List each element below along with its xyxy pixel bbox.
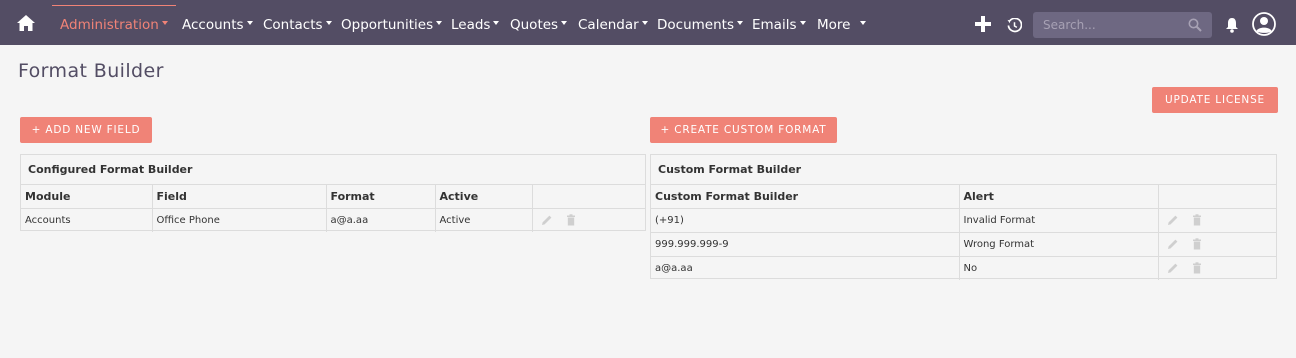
column-header-active: Active (435, 185, 533, 209)
cell-format: a@a.aa (651, 256, 960, 280)
caret-down-icon (493, 21, 500, 25)
nav-label: Calendar (578, 17, 639, 33)
nav-label: Emails (752, 17, 797, 33)
quick-create-plus-icon[interactable] (975, 16, 991, 32)
nav-label: Documents (657, 17, 734, 33)
column-header-custom-format: Custom Format Builder (651, 185, 960, 209)
configured-format-builder-panel: Configured Format Builder Module Field F… (20, 154, 646, 232)
column-header-field: Field (152, 185, 327, 209)
trash-icon[interactable] (565, 214, 577, 226)
column-header-actions (1158, 185, 1276, 209)
nav-contacts[interactable]: Contacts (263, 0, 332, 45)
history-icon[interactable] (1007, 18, 1022, 33)
page-title: Format Builder (18, 60, 164, 82)
cell-module: Accounts (21, 208, 153, 232)
trash-icon[interactable] (1191, 262, 1203, 274)
caret-down-icon (161, 21, 168, 25)
cell-format: (+91) (651, 208, 960, 233)
nav-documents[interactable]: Documents (657, 0, 743, 45)
search-input[interactable] (1033, 12, 1183, 38)
top-navbar: Administration Accounts Contacts Opportu… (0, 0, 1296, 45)
nav-accounts[interactable]: Accounts (182, 0, 253, 45)
update-license-button[interactable]: UPDATE LICENSE (1152, 87, 1278, 113)
pencil-icon[interactable] (1167, 262, 1179, 274)
cell-actions (532, 208, 645, 232)
custom-format-builder-panel: Custom Format Builder Custom Format Buil… (650, 154, 1277, 280)
pencil-icon[interactable] (1167, 238, 1179, 250)
pencil-icon[interactable] (541, 214, 553, 226)
add-new-field-button[interactable]: + ADD NEW FIELD (20, 117, 152, 143)
nav-label: Accounts (182, 17, 244, 33)
cell-field: Office Phone (152, 208, 327, 232)
search-box (1033, 12, 1212, 38)
panel-heading: Custom Format Builder (651, 155, 1276, 185)
trash-icon[interactable] (1191, 214, 1203, 226)
home-icon[interactable] (16, 14, 36, 32)
create-custom-format-button[interactable]: + CREATE CUSTOM FORMAT (650, 117, 837, 143)
nav-label: Administration (60, 17, 159, 33)
nav-label: Contacts (263, 17, 323, 33)
nav-emails[interactable]: Emails (752, 0, 806, 45)
caret-down-icon (799, 21, 806, 25)
table-row: Accounts Office Phone a@a.aa Active (21, 208, 645, 232)
nav-label: More (817, 17, 851, 33)
table-row: a@a.aa No (651, 256, 1276, 280)
caret-down-icon (860, 21, 867, 25)
cell-actions (1158, 208, 1276, 233)
panel-heading: Configured Format Builder (21, 155, 645, 185)
caret-down-icon (641, 21, 648, 25)
cell-actions (1158, 256, 1276, 280)
nav-administration[interactable]: Administration (60, 0, 168, 45)
nav-more[interactable]: More (817, 0, 867, 45)
nav-calendar[interactable]: Calendar (578, 0, 648, 45)
custom-format-table: Custom Format Builder Alert (+91) Invali… (651, 185, 1276, 280)
cell-format: 999.999.999-9 (651, 232, 960, 257)
caret-down-icon (436, 21, 443, 25)
nav-leads[interactable]: Leads (451, 0, 500, 45)
column-header-module: Module (21, 185, 153, 209)
pencil-icon[interactable] (1167, 214, 1179, 226)
table-header-row: Module Field Format Active (21, 185, 645, 209)
table-row: (+91) Invalid Format (651, 208, 1276, 233)
cell-alert: Wrong Format (959, 232, 1159, 257)
search-icon[interactable] (1188, 18, 1202, 32)
nav-label: Leads (451, 17, 491, 33)
table-row: 999.999.999-9 Wrong Format (651, 232, 1276, 257)
cell-actions (1158, 232, 1276, 257)
bell-icon[interactable] (1225, 17, 1239, 33)
caret-down-icon (736, 21, 743, 25)
trash-icon[interactable] (1191, 238, 1203, 250)
cell-active: Active (435, 208, 533, 232)
nav-opportunities[interactable]: Opportunities (341, 0, 443, 45)
cell-alert: No (959, 256, 1159, 280)
table-header-row: Custom Format Builder Alert (651, 185, 1276, 209)
configured-format-table: Module Field Format Active Accounts Offi… (21, 185, 645, 232)
column-header-format: Format (326, 185, 436, 209)
caret-down-icon (561, 21, 568, 25)
nav-label: Opportunities (341, 17, 434, 33)
nav-quotes[interactable]: Quotes (510, 0, 568, 45)
caret-down-icon (325, 21, 332, 25)
column-header-actions (532, 185, 645, 209)
caret-down-icon (246, 21, 253, 25)
column-header-alert: Alert (959, 185, 1159, 209)
cell-format: a@a.aa (326, 208, 436, 232)
cell-alert: Invalid Format (959, 208, 1159, 233)
user-avatar-icon[interactable] (1252, 12, 1276, 36)
nav-label: Quotes (510, 17, 559, 33)
